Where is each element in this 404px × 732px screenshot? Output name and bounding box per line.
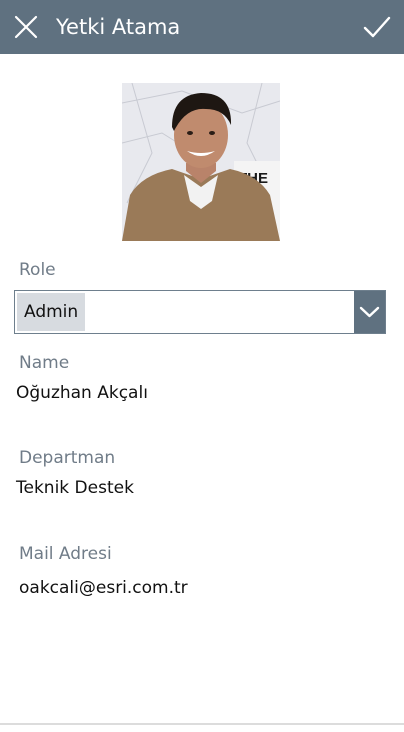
chevron-down-icon[interactable] [354,291,385,333]
role-select[interactable]: Admin [14,290,386,334]
role-label: Role [19,260,56,280]
department-value: Teknik Destek [16,478,134,498]
name-value: Oğuzhan Akçalı [16,383,148,403]
department-label: Departman [19,448,116,468]
checkmark-icon[interactable] [360,11,394,43]
page-title: Yetki Atama [56,15,181,39]
role-selected-value: Admin [17,293,86,331]
profile-photo: THE EN [122,83,280,241]
mail-label: Mail Adresi [19,544,112,564]
app-header: Yetki Atama [0,0,404,54]
mail-value: oakcali@esri.com.tr [19,578,188,598]
name-label: Name [19,353,70,373]
close-icon[interactable] [10,11,42,43]
bottom-divider [0,723,404,725]
